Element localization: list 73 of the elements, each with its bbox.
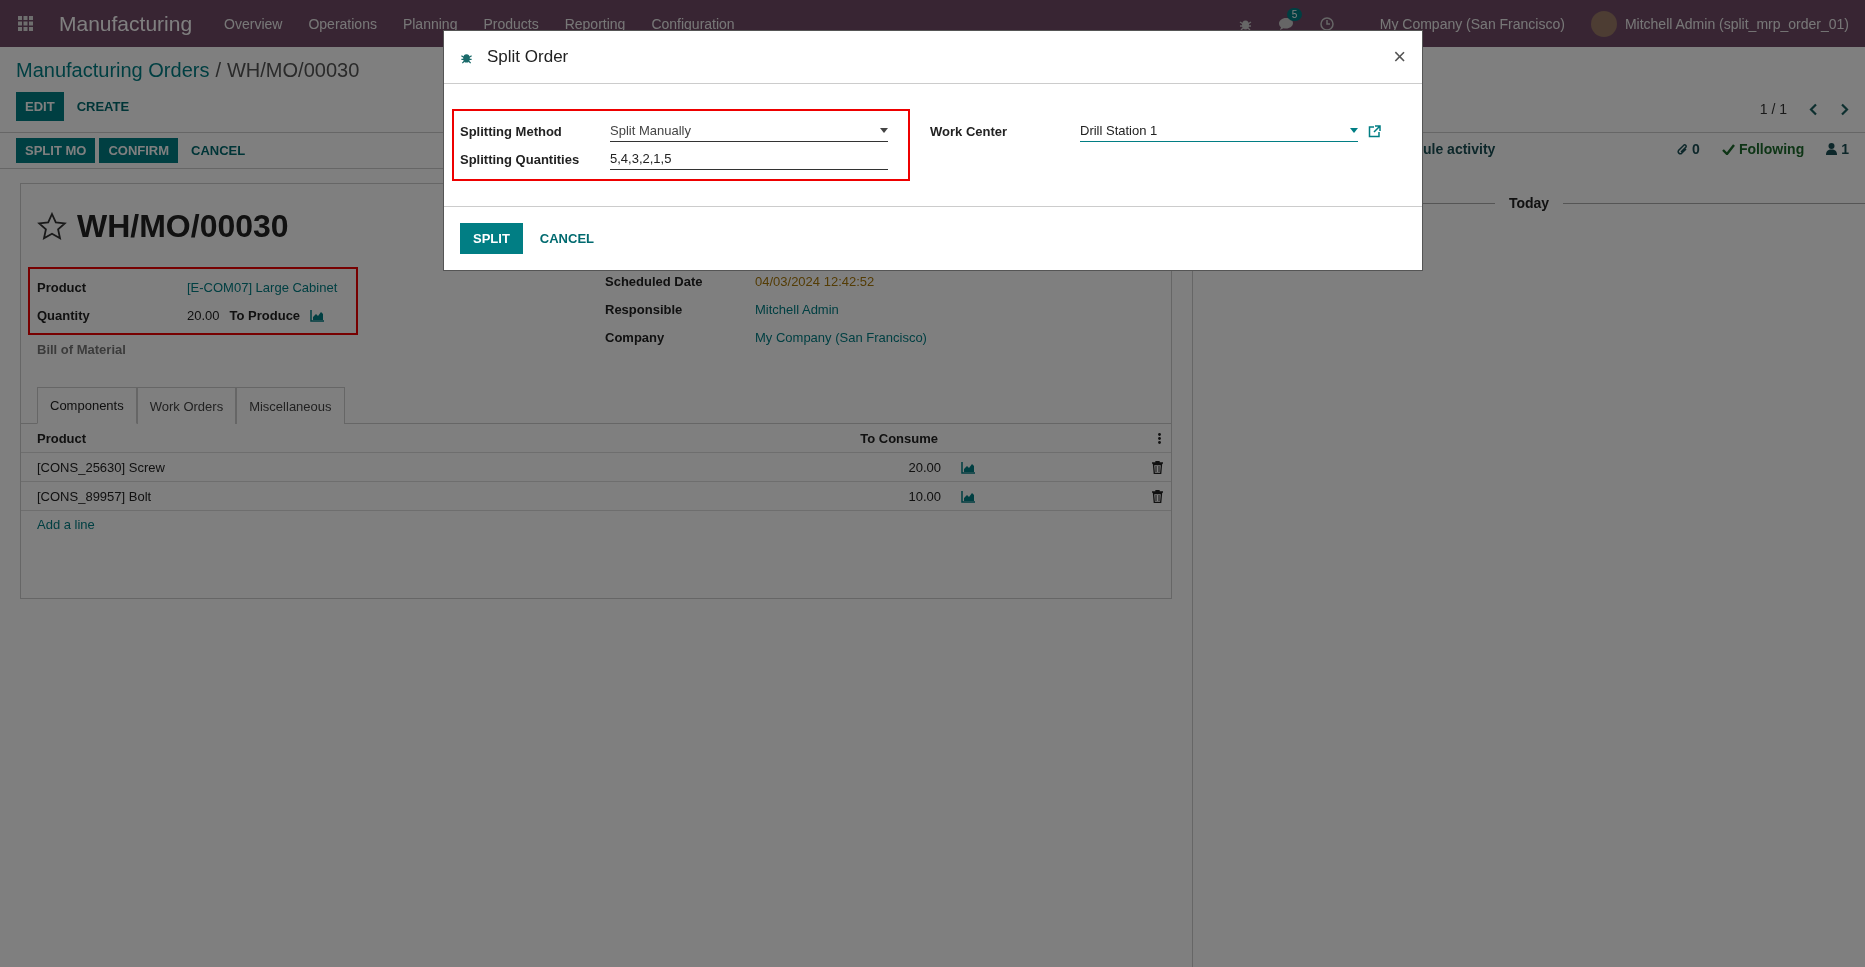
breadcrumb-separator: / xyxy=(215,59,221,82)
chart-icon[interactable] xyxy=(961,460,975,474)
clock-icon[interactable] xyxy=(1319,16,1334,31)
trash-icon[interactable] xyxy=(1152,489,1163,503)
tab[interactable]: Miscellaneous xyxy=(236,387,345,424)
record-title: WH/MO/00030 xyxy=(77,208,289,245)
field-link[interactable]: My Company (San Francisco) xyxy=(755,329,927,345)
more-options-icon[interactable] xyxy=(1158,432,1161,444)
chart-icon[interactable] xyxy=(961,489,975,503)
field-label: Splitting Method xyxy=(460,123,563,139)
field-label: Company xyxy=(605,329,666,345)
dialog-button[interactable]: CANCEL xyxy=(526,223,607,254)
next-icon[interactable] xyxy=(1840,102,1849,116)
field-label: Work Center xyxy=(930,123,1009,139)
follower-count[interactable]: 1 xyxy=(1841,141,1849,157)
field-label: Responsible xyxy=(605,301,684,317)
column-header[interactable]: Product xyxy=(37,430,818,446)
menu-item[interactable]: Planning xyxy=(402,15,458,32)
schedule-activity-link[interactable]: ule activity xyxy=(1423,141,1496,157)
field-link[interactable]: Mitchell Admin xyxy=(755,301,839,317)
breadcrumb-link[interactable]: Manufacturing Orders xyxy=(16,59,210,82)
chat-icon[interactable] xyxy=(1277,16,1294,31)
date-separator: Today xyxy=(1508,195,1550,211)
attachment-count[interactable]: 0 xyxy=(1692,141,1700,157)
field-link[interactable]: [E-COM07] Large Cabinet xyxy=(187,279,338,295)
field-label: Product xyxy=(37,279,88,295)
table-cell-text: [CONS_89957] Bolt xyxy=(37,488,153,504)
field-label: Bill of Material xyxy=(37,341,127,357)
caret-icon xyxy=(880,128,888,133)
menu-item[interactable]: Configuration xyxy=(651,15,735,32)
tab[interactable]: Work Orders xyxy=(136,387,237,424)
tab[interactable]: Components xyxy=(37,387,137,424)
field-value: 20.00 xyxy=(187,307,220,323)
breadcrumb-current: WH/MO/00030 xyxy=(227,59,360,82)
dialog-title: Split Order xyxy=(487,47,569,67)
pager-value: 1 / 1 xyxy=(1759,101,1787,117)
following-status[interactable]: Following xyxy=(1738,141,1805,157)
date-value: 04/03/2024 12:42:52 xyxy=(755,273,875,289)
person-icon[interactable] xyxy=(1826,143,1838,155)
field-label: Splitting Quantities xyxy=(460,151,581,167)
column-header[interactable]: To Consume xyxy=(818,430,938,446)
menu-item[interactable]: Operations xyxy=(308,15,377,32)
action-button[interactable]: EDIT xyxy=(16,92,64,121)
user-menu[interactable]: Mitchell Admin (split_mrp_order_01) xyxy=(1624,15,1849,32)
status-button[interactable]: SPLIT MO xyxy=(16,138,96,163)
paperclip-icon[interactable] xyxy=(1677,142,1689,156)
app-name[interactable]: Manufacturing xyxy=(59,11,193,36)
trash-icon[interactable] xyxy=(1152,460,1163,474)
table-cell-text: 20.00 xyxy=(907,459,941,475)
status-button[interactable]: CONFIRM xyxy=(99,138,179,163)
dialog-button[interactable]: SPLIT xyxy=(460,223,523,254)
menu-item[interactable]: Overview xyxy=(224,15,283,32)
star-icon[interactable] xyxy=(37,212,67,241)
chart-icon[interactable] xyxy=(310,308,325,322)
previous-icon[interactable] xyxy=(1809,102,1818,116)
menu-item[interactable]: Products xyxy=(483,15,539,32)
action-button[interactable]: CREATE xyxy=(67,92,139,121)
message-count-badge: 5 xyxy=(1286,7,1303,21)
external-link-icon[interactable] xyxy=(1368,124,1381,138)
field-label: Quantity xyxy=(37,307,91,323)
apps-menu-icon[interactable] xyxy=(18,16,33,31)
field-label: Scheduled Date xyxy=(605,273,704,289)
select-field[interactable]: Split Manually xyxy=(610,120,888,142)
input-field[interactable]: 5,4,3,2,1,5 xyxy=(610,148,888,170)
close-button[interactable]: × xyxy=(1393,44,1406,70)
select-field[interactable]: Drill Station 1 xyxy=(1080,120,1358,142)
check-icon xyxy=(1721,143,1735,155)
unit-label: To Produce xyxy=(229,307,301,323)
table-cell-text: 10.00 xyxy=(907,488,941,504)
add-line-link[interactable]: Add a line xyxy=(21,511,1171,538)
status-button[interactable]: CANCEL xyxy=(182,138,255,163)
caret-icon xyxy=(1350,128,1358,133)
table-cell-text: [CONS_25630] Screw xyxy=(37,459,166,475)
